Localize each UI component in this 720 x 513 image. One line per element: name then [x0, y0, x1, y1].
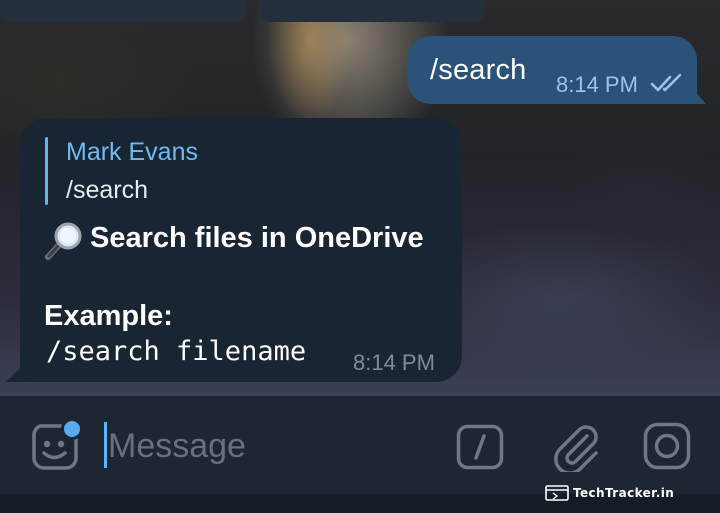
- message-input[interactable]: [108, 418, 428, 474]
- magnifying-glass-icon: [45, 222, 82, 260]
- incoming-message-time: 8:14 PM: [353, 350, 435, 375]
- previous-message-bubble: [260, 0, 484, 22]
- text-cursor: [104, 422, 107, 468]
- watermark-text: TechTracker.in: [573, 486, 675, 500]
- bot-message-title: Search files in OneDrive: [90, 222, 424, 254]
- bot-example-code[interactable]: /search filename: [46, 336, 306, 367]
- outgoing-message-text: /search: [430, 54, 527, 86]
- bot-example-label: Example:: [44, 300, 173, 332]
- reply-quote-bar: [45, 137, 48, 205]
- paperclip-icon[interactable]: [551, 420, 601, 472]
- reply-sender-name[interactable]: Mark Evans: [66, 138, 198, 167]
- outgoing-message-time: 8:14 PM: [556, 72, 638, 97]
- site-logo-icon: [545, 485, 569, 501]
- double-check-icon: [650, 73, 682, 92]
- reply-quoted-text[interactable]: /search: [66, 176, 148, 205]
- slash-command-icon[interactable]: [456, 424, 504, 470]
- sticker-badge-dot: [61, 418, 83, 440]
- camera-icon[interactable]: [643, 422, 691, 470]
- watermark: TechTracker.in: [545, 483, 674, 503]
- previous-message-bubble: [0, 0, 246, 22]
